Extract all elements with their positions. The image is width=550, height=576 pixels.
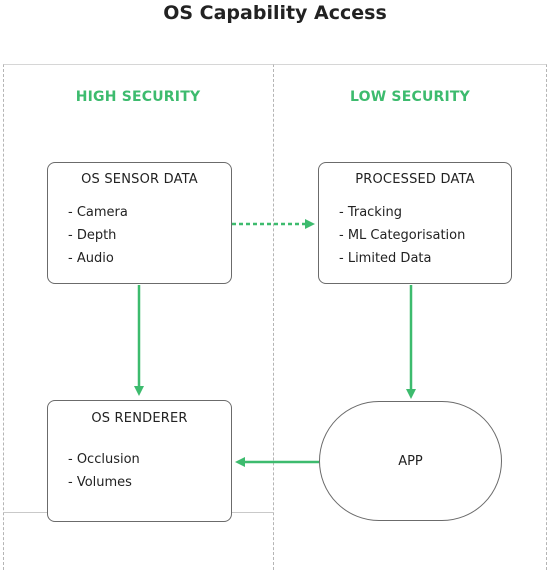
list-item: - Depth [68, 228, 117, 243]
os-sensor-data-box: OS SENSOR DATA - Camera - Depth - Audio [47, 162, 232, 284]
os-renderer-list: - Occlusion - Volumes [68, 448, 140, 494]
os-sensor-data-title: OS SENSOR DATA [81, 172, 198, 187]
list-item: - Limited Data [339, 251, 432, 266]
app-node: APP [319, 401, 502, 521]
list-item: - Tracking [339, 205, 402, 220]
processed-data-title: PROCESSED DATA [355, 172, 475, 187]
list-item: - Audio [68, 251, 114, 266]
list-item: - Volumes [68, 475, 132, 490]
processed-data-box: PROCESSED DATA - Tracking - ML Categoris… [318, 162, 512, 284]
os-renderer-box: OS RENDERER - Occlusion - Volumes [47, 400, 232, 522]
list-item: - ML Categorisation [339, 228, 466, 243]
list-item: - Occlusion [68, 452, 140, 467]
os-renderer-title: OS RENDERER [91, 411, 188, 426]
processed-data-list: - Tracking - ML Categorisation - Limited… [339, 201, 465, 270]
app-label: APP [398, 454, 423, 469]
os-sensor-data-list: - Camera - Depth - Audio [68, 201, 128, 270]
list-item: - Camera [68, 205, 128, 220]
